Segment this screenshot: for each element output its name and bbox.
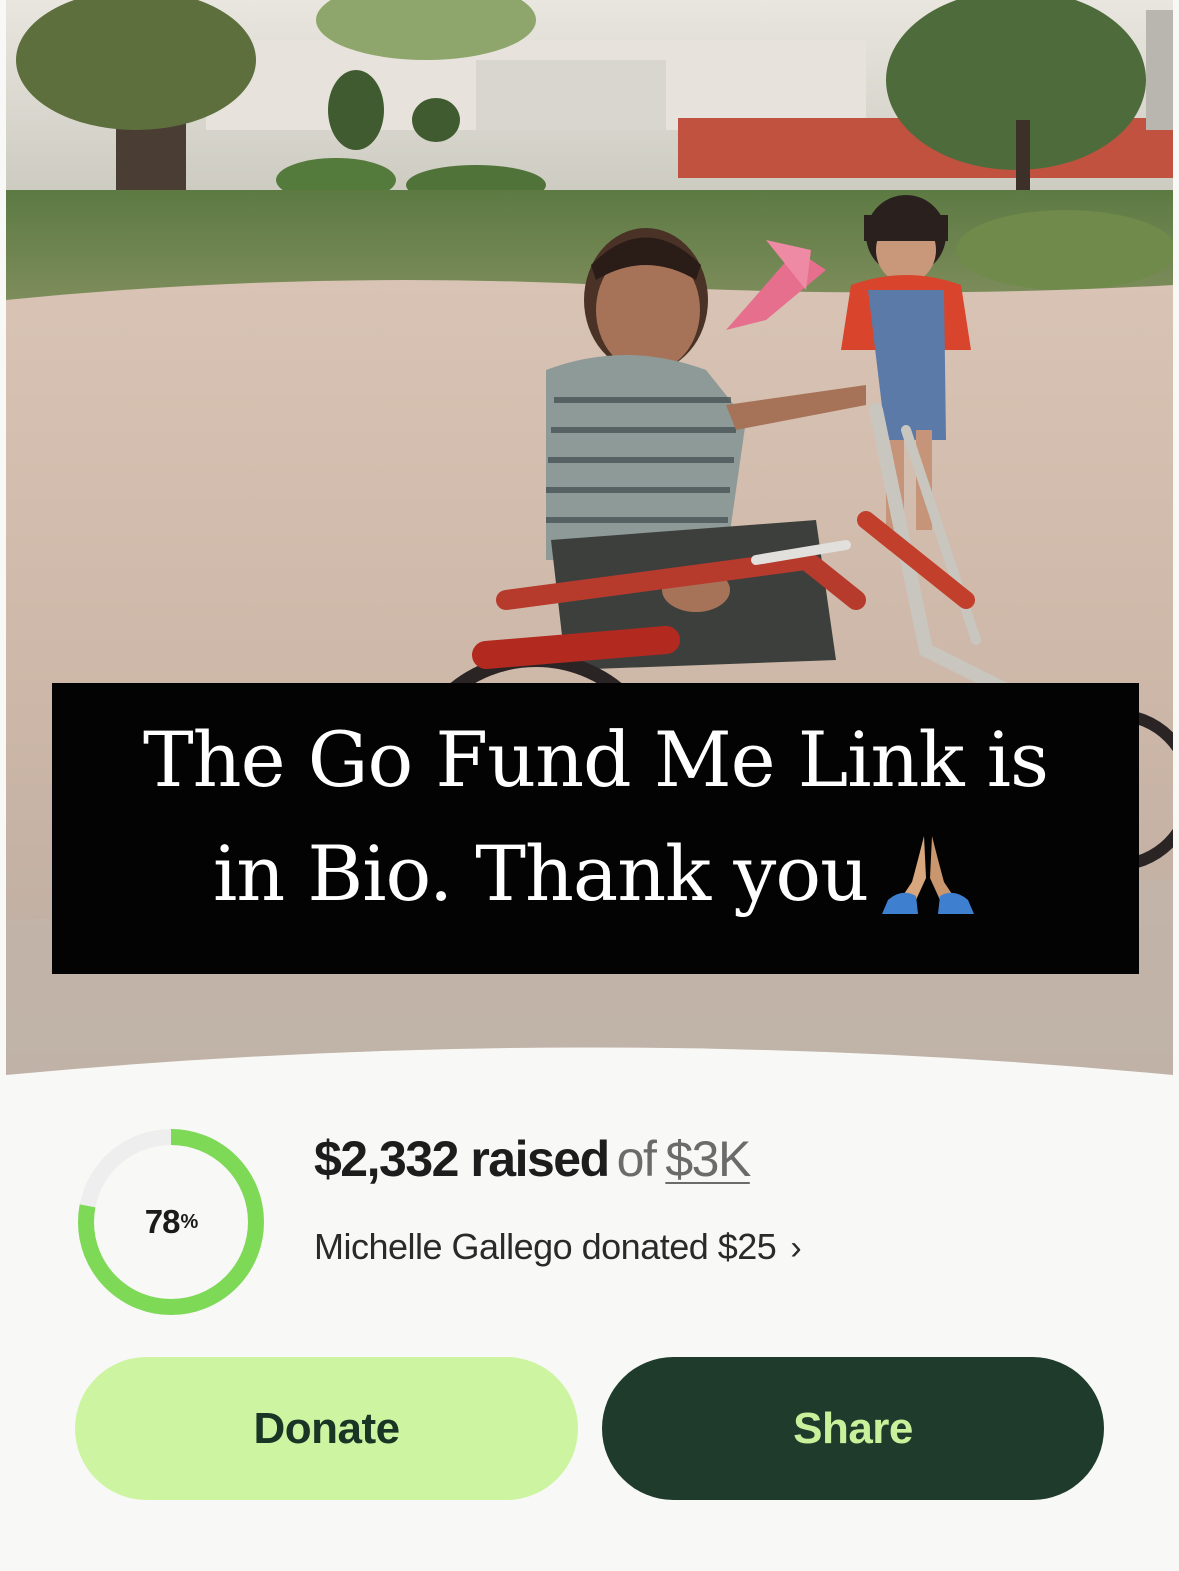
caption-line-1: The Go Fund Me Link is [142, 715, 1049, 804]
photo-caption: The Go Fund Me Link is in Bio. Thank you [52, 683, 1139, 974]
caption-line-2: in Bio. Thank you [72, 817, 1119, 931]
progress-percent-sign: % [180, 1210, 198, 1233]
progress-percent-value: 78 [144, 1203, 181, 1240]
of-text: of [616, 1131, 657, 1187]
share-button[interactable]: Share [602, 1357, 1104, 1500]
progress-percent: 78% [75, 1126, 267, 1318]
folded-hands-icon [878, 830, 978, 914]
amount-raised: $2,332 raised [314, 1131, 610, 1187]
recent-donation-text: Michelle Gallego donated $25 [314, 1226, 777, 1267]
goal-amount-link[interactable]: $3K [665, 1131, 751, 1187]
campaign-photo: The Go Fund Me Link is in Bio. Thank you [6, 0, 1173, 1110]
chevron-right-icon: › [790, 1229, 802, 1267]
caption-line-2-text: in Bio. Thank you [212, 829, 869, 918]
donate-button[interactable]: Donate [75, 1357, 578, 1500]
app-frame: The Go Fund Me Link is in Bio. Thank you… [0, 0, 1179, 1571]
amount-raised-line: $2,332 raised of $3K [314, 1130, 751, 1188]
recent-donation-row[interactable]: Michelle Gallego donated $25 › [314, 1226, 802, 1268]
